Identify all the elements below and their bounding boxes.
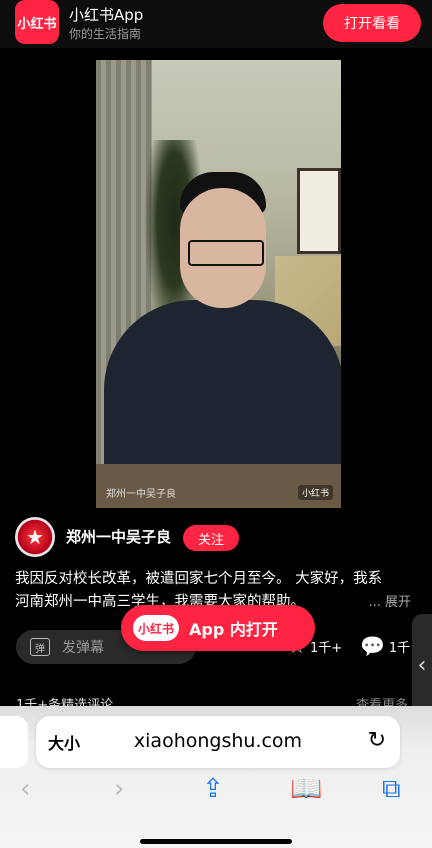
background-calligraphy — [297, 168, 341, 254]
description-line-1: 我因反对校长改革，被遣回家七个月至今。 大家好，我系 — [15, 571, 383, 587]
comment-count: 1千 — [388, 640, 411, 656]
chevron-left-icon: ‹ — [417, 652, 427, 678]
tabs-icon[interactable]: ⧉ — [382, 774, 401, 805]
author-name[interactable]: 郑州一中吴子良 — [66, 526, 171, 547]
home-indicator — [140, 839, 292, 844]
follow-button[interactable]: 关注 — [183, 525, 239, 551]
comment-stat[interactable]: 💬 1千 — [360, 634, 410, 658]
open-in-app-label: App 内打开 — [189, 620, 278, 639]
book-icon[interactable]: 📖 — [290, 774, 322, 804]
chevron-left-icon[interactable]: ‹ — [20, 774, 30, 804]
collect-count: 1千+ — [309, 640, 343, 656]
url-text[interactable]: xiaohongshu.com — [36, 730, 400, 752]
comment-icon: 💬 — [360, 634, 385, 658]
reload-icon[interactable]: ↻ — [368, 728, 386, 753]
share-icon[interactable]: ⇪ — [202, 774, 224, 804]
chevron-right-icon[interactable]: › — [114, 774, 124, 804]
expand-link[interactable]: ... 展开 — [364, 591, 411, 614]
avatar[interactable]: ★ — [15, 517, 55, 557]
video-watermark-badge: 小红书 — [297, 485, 333, 500]
app-tagline: 你的生活指南 — [69, 27, 142, 41]
video-player[interactable]: 郑州一中吴子良 小红书 — [96, 60, 341, 508]
xiaohongshu-logo: 小红书 — [133, 615, 179, 641]
xiaohongshu-logo[interactable]: 小红书 — [15, 0, 59, 44]
person-glasses — [188, 240, 264, 266]
video-watermark-label: 郑州一中吴子良 — [106, 489, 176, 500]
author-row: ★ 郑州一中吴子良 关注 — [15, 517, 415, 557]
open-app-button[interactable]: 打开看看 — [323, 4, 421, 42]
side-drawer-handle[interactable]: ‹ — [412, 614, 432, 716]
danmu-placeholder: 发弹幕 — [62, 640, 104, 656]
app-name: 小红书App — [69, 6, 144, 24]
previous-tab-card[interactable] — [0, 716, 28, 768]
app-banner: 小红书 小红书App 你的生活指南 打开看看 — [0, 0, 432, 48]
safari-toolbar: ‹ › ⇪ 📖 ⧉ — [0, 774, 432, 814]
open-in-app-button[interactable]: 小红书 App 内打开 — [121, 605, 315, 651]
safari-bottom-bar: 大小 xiaohongshu.com ↻ ‹ › ⇪ 📖 ⧉ — [0, 706, 432, 848]
address-bar[interactable]: 大小 xiaohongshu.com ↻ — [36, 716, 400, 768]
danmu-icon: 弹 — [30, 638, 50, 656]
